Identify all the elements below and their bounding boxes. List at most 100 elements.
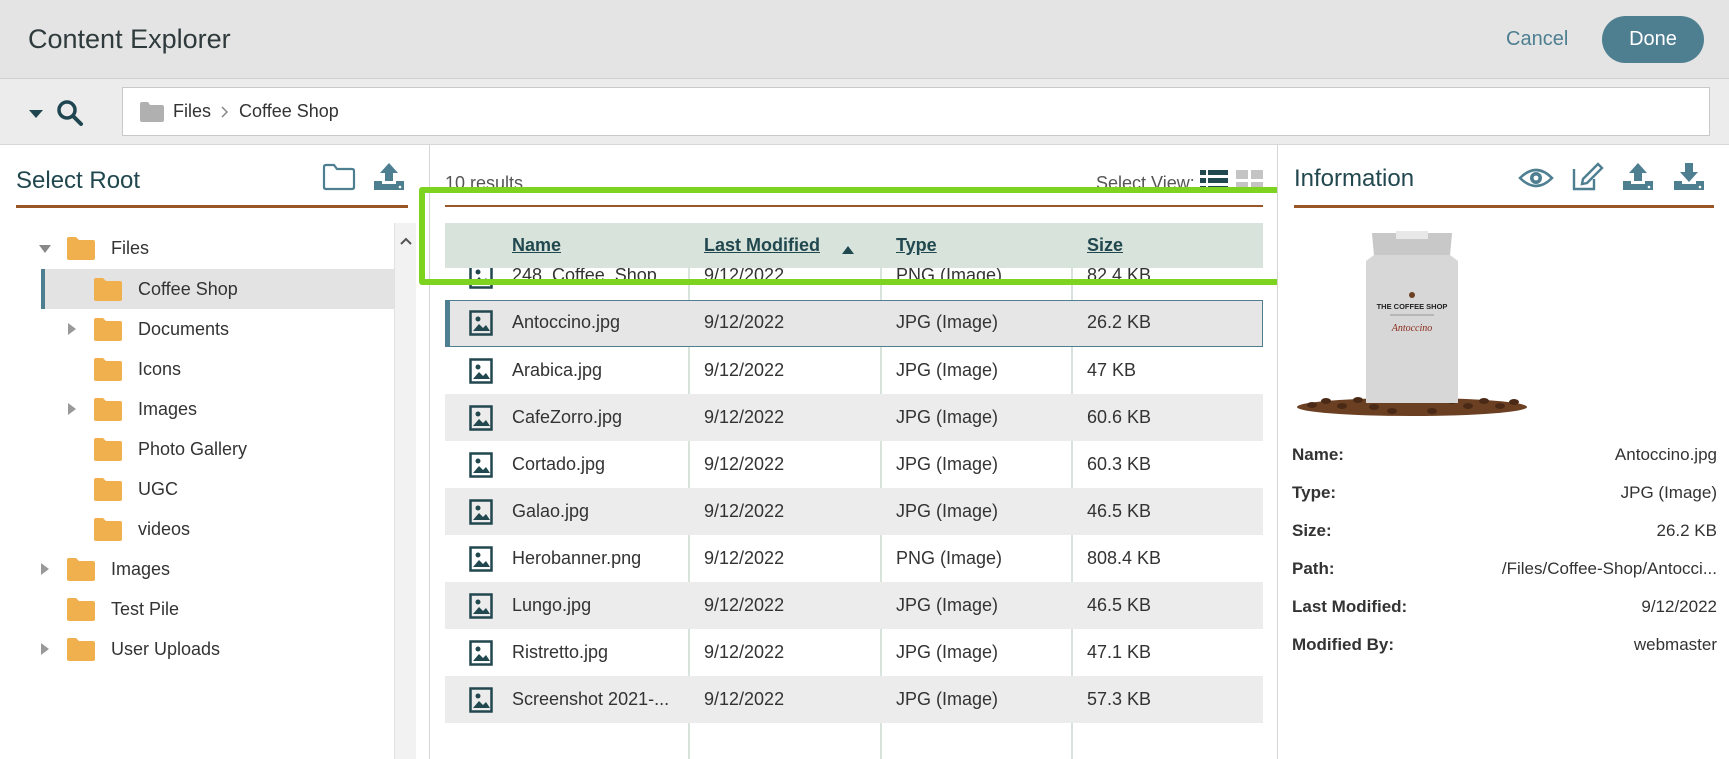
tree-item-photo-gallery[interactable]: Photo Gallery: [0, 429, 394, 469]
caret-right-icon[interactable]: [40, 562, 50, 576]
chevron-right-icon: [221, 105, 229, 118]
tree-scrollbar[interactable]: [394, 223, 416, 759]
cell-modified: 9/12/2022: [704, 312, 785, 332]
chevron-up-icon[interactable]: [400, 229, 412, 250]
cell-size: 46.5 KB: [1087, 501, 1152, 521]
meta-label: Path:: [1292, 559, 1335, 578]
sort-ascending-icon[interactable]: [841, 239, 855, 260]
cell-type: PNG (Image): [896, 548, 1003, 568]
folder-icon: [93, 516, 123, 542]
tree-item-icons[interactable]: Icons: [0, 349, 394, 389]
cell-name: CafeZorro.jpg: [512, 407, 623, 427]
image-file-icon: [469, 358, 493, 389]
image-file-icon: [469, 405, 493, 436]
preview-eye-icon[interactable]: [1518, 165, 1554, 196]
cell-size: 60.6 KB: [1087, 407, 1152, 427]
meta-value: JPG (Image): [1620, 483, 1717, 502]
folder-icon: [93, 276, 123, 302]
tree-item-test-pile[interactable]: Test Pile: [0, 589, 394, 629]
column-header-type[interactable]: Type: [896, 235, 937, 256]
breadcrumb-coffee-shop[interactable]: Coffee Shop: [239, 101, 339, 122]
table-row-selected[interactable]: Antoccino.jpg 9/12/2022 JPG (Image) 26.2…: [445, 300, 1263, 347]
table-row[interactable]: Cortado.jpg 9/12/2022 JPG (Image) 60.3 K…: [445, 441, 1263, 488]
meta-label: Last Modified:: [1292, 597, 1408, 616]
table-row[interactable]: Screenshot 2021-... 9/12/2022 JPG (Image…: [445, 676, 1263, 723]
cell-size: 26.2 KB: [1087, 312, 1152, 332]
tree-item-label: User Uploads: [111, 639, 221, 659]
meta-label: Type:: [1292, 483, 1337, 502]
cell-type: JPG (Image): [896, 501, 999, 521]
cell-modified: 9/12/2022: [704, 360, 785, 380]
download-icon[interactable]: [1672, 161, 1706, 198]
tree-item-files[interactable]: Files: [0, 229, 394, 269]
tree-item-label: Coffee Shop: [138, 279, 238, 299]
tree-item-ugc[interactable]: UGC: [0, 469, 394, 509]
image-file-icon: [469, 452, 493, 483]
table-row[interactable]: CafeZorro.jpg 9/12/2022 JPG (Image) 60.6…: [445, 394, 1263, 441]
table-row[interactable]: Ristretto.jpg 9/12/2022 JPG (Image) 47.1…: [445, 629, 1263, 676]
section-divider: [1294, 205, 1714, 208]
cell-size: 82.4 KB: [1087, 268, 1152, 285]
cell-size: 47 KB: [1087, 360, 1137, 380]
caret-right-icon[interactable]: [67, 402, 77, 416]
tree-item-label: Test Pile: [111, 599, 180, 619]
meta-row-type: Type: JPG (Image): [1292, 483, 1717, 513]
cell-name: Antoccino.jpg: [512, 312, 621, 332]
list-view-icon[interactable]: [1200, 170, 1228, 197]
preview-brand-text: THE COFFEE SHOP: [1377, 302, 1448, 311]
meta-value: webmaster: [1633, 635, 1717, 654]
cell-modified: 9/12/2022: [704, 407, 785, 427]
breadcrumb-files[interactable]: Files: [173, 101, 211, 122]
tree-item-videos[interactable]: videos: [0, 509, 394, 549]
folder-icon: [93, 356, 123, 382]
tree-item-documents[interactable]: Documents: [0, 309, 394, 349]
column-header-last-modified[interactable]: Last Modified: [704, 235, 820, 256]
done-button[interactable]: Done: [1602, 16, 1704, 63]
table-row[interactable]: Herobanner.png 9/12/2022 PNG (Image) 808…: [445, 535, 1263, 582]
search-icon[interactable]: [56, 99, 84, 132]
caret-right-icon[interactable]: [40, 642, 50, 656]
upload-icon[interactable]: [1621, 161, 1655, 198]
tree-item-label: Photo Gallery: [138, 439, 248, 459]
tree-item-label: Documents: [138, 319, 230, 339]
cell-size: 60.3 KB: [1087, 454, 1152, 474]
tree-item-images-root[interactable]: Images: [0, 549, 394, 589]
image-file-icon: [469, 310, 493, 341]
tree-item-user-uploads[interactable]: User Uploads: [0, 629, 394, 669]
caret-right-icon[interactable]: [67, 322, 77, 336]
information-panel: Information THE COFFEE SHOP Antoccino Na…: [1277, 145, 1729, 759]
column-header-size[interactable]: Size: [1087, 235, 1123, 256]
cell-type: PNG (Image): [896, 268, 1003, 285]
file-preview-image: THE COFFEE SHOP Antoccino: [1292, 225, 1532, 425]
table-row[interactable]: 248_Coffee_Shop_... 9/12/2022 PNG (Image…: [445, 268, 1263, 299]
caret-down-icon[interactable]: [38, 244, 52, 254]
upload-icon[interactable]: [372, 161, 406, 198]
grid-view-icon[interactable]: [1236, 170, 1264, 197]
edit-icon[interactable]: [1570, 161, 1604, 198]
tree-item-coffee-shop[interactable]: Coffee Shop: [41, 269, 394, 309]
folder-icon: [93, 476, 123, 502]
table-row[interactable]: Lungo.jpg 9/12/2022 JPG (Image) 46.5 KB: [445, 582, 1263, 629]
cancel-button[interactable]: Cancel: [1506, 28, 1568, 51]
meta-row-size: Size: 26.2 KB: [1292, 521, 1717, 551]
meta-row-last-modified: Last Modified: 9/12/2022: [1292, 597, 1717, 627]
results-count: 10 results: [445, 173, 524, 193]
cell-modified: 9/12/2022: [704, 454, 785, 474]
information-title: Information: [1294, 165, 1415, 192]
cell-type: JPG (Image): [896, 689, 999, 709]
meta-row-name: Name: Antoccino.jpg: [1292, 445, 1717, 475]
cell-type: JPG (Image): [896, 407, 999, 427]
image-file-icon: [469, 640, 493, 671]
table-row[interactable]: Galao.jpg 9/12/2022 JPG (Image) 46.5 KB: [445, 488, 1263, 535]
table-row[interactable]: Arabica.jpg 9/12/2022 JPG (Image) 47 KB: [445, 347, 1263, 394]
preview-product-text: Antoccino: [1391, 323, 1433, 334]
cell-size: 57.3 KB: [1087, 689, 1152, 709]
new-folder-icon[interactable]: [322, 163, 356, 196]
tree-item-images[interactable]: Images: [0, 389, 394, 429]
cell-size: 47.1 KB: [1087, 642, 1152, 662]
caret-down-icon[interactable]: [28, 104, 44, 125]
column-header-name[interactable]: Name: [512, 235, 561, 256]
section-divider: [16, 205, 408, 208]
cell-size: 808.4 KB: [1087, 548, 1162, 568]
folder-icon: [66, 596, 96, 622]
